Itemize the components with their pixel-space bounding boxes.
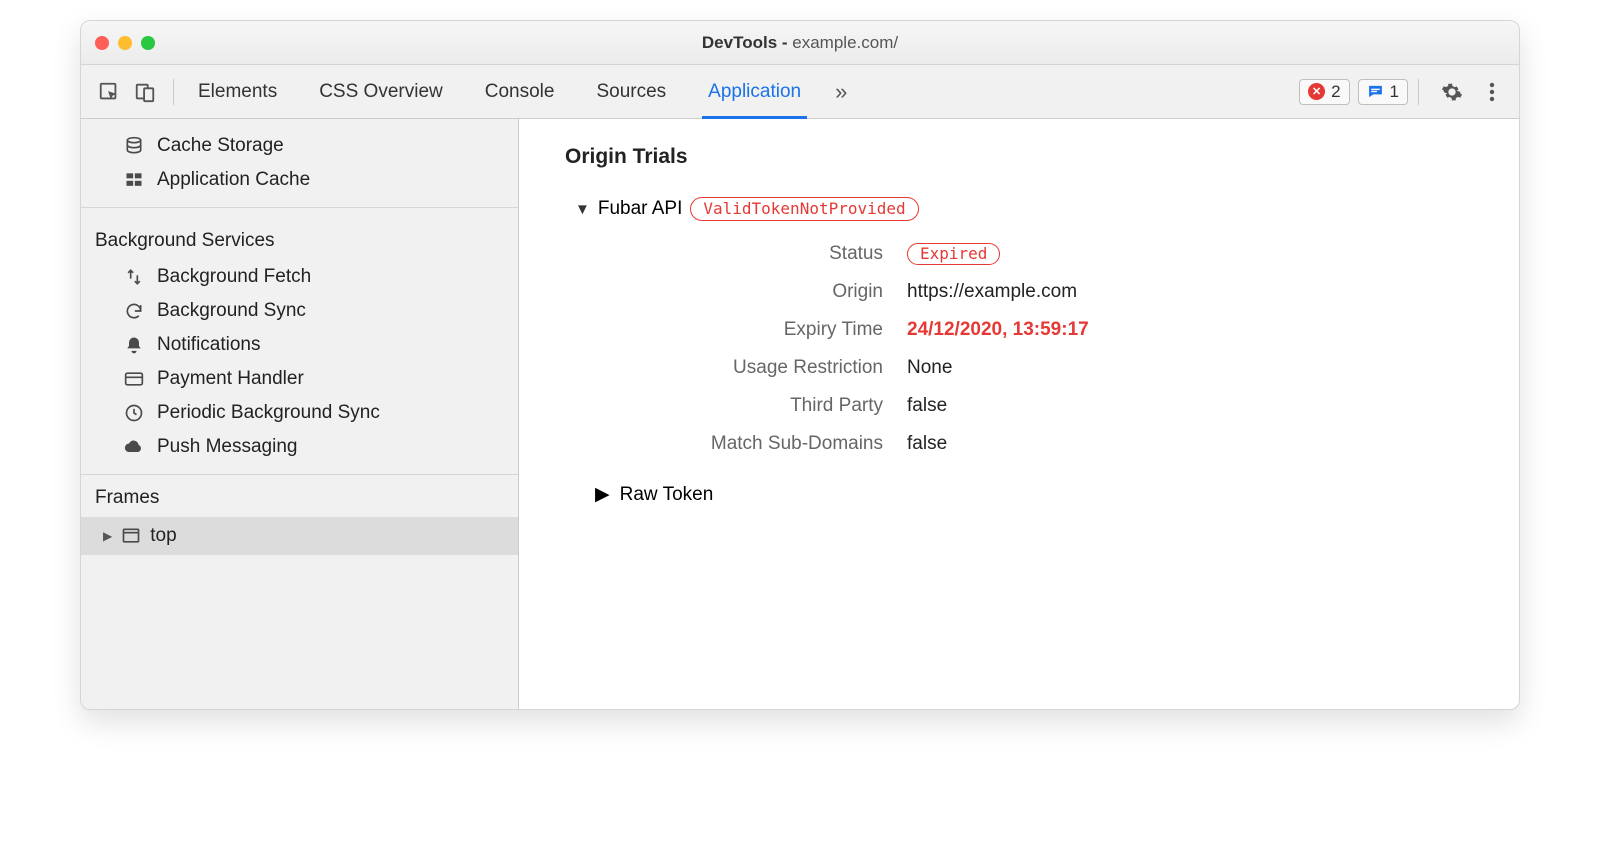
sidebar-section-background: Background Services Background Fetch Bac… — [81, 208, 518, 475]
settings-icon[interactable] — [1435, 81, 1469, 103]
title-prefix: DevTools - — [702, 33, 792, 52]
sidebar-item-background-sync[interactable]: Background Sync — [81, 294, 518, 328]
raw-token-row[interactable]: ▶ Raw Token — [595, 483, 1489, 506]
tab-sources[interactable]: Sources — [592, 65, 670, 118]
cloud-icon — [123, 436, 145, 458]
more-menu-icon[interactable] — [1475, 82, 1509, 102]
kv-val-usage: None — [907, 357, 1489, 379]
tab-console[interactable]: Console — [481, 65, 559, 118]
tabbar: Elements CSS Overview Console Sources Ap… — [81, 65, 1519, 119]
expand-triangle-icon: ▶ — [595, 483, 610, 506]
message-count: 1 — [1390, 82, 1399, 102]
section-heading: Origin Trials — [565, 145, 1489, 169]
trial-name: Fubar API — [598, 198, 683, 220]
sidebar-item-periodic-sync[interactable]: Periodic Background Sync — [81, 396, 518, 430]
error-count: 2 — [1331, 82, 1340, 102]
error-counter[interactable]: ✕ 2 — [1299, 79, 1349, 105]
sidebar-item-push-messaging[interactable]: Push Messaging — [81, 430, 518, 464]
sidebar-item-cache-storage[interactable]: Cache Storage — [81, 129, 518, 163]
kv-key-third-party: Third Party — [617, 395, 907, 417]
inspect-element-icon[interactable] — [91, 74, 127, 110]
sidebar-item-label: Background Fetch — [157, 266, 311, 288]
fetch-arrows-icon — [123, 266, 145, 288]
trial-status-badge: ValidTokenNotProvided — [690, 197, 918, 221]
expand-triangle-icon: ▼ — [575, 201, 590, 218]
titlebar: DevTools - example.com/ — [81, 21, 1519, 65]
kv-val-expiry: 24/12/2020, 13:59:17 — [907, 319, 1489, 341]
trial-details-table: Status Expired Origin https://example.co… — [617, 243, 1489, 455]
sidebar-item-label: Notifications — [157, 334, 261, 356]
database-icon — [123, 135, 145, 157]
kv-key-expiry: Expiry Time — [617, 319, 907, 341]
tab-application[interactable]: Application — [704, 65, 805, 118]
maximize-window-button[interactable] — [141, 36, 155, 50]
frame-label: top — [150, 525, 176, 547]
message-icon — [1367, 83, 1384, 100]
kv-val-status: Expired — [907, 243, 1489, 265]
message-counter[interactable]: 1 — [1358, 79, 1408, 105]
device-toolbar-icon[interactable] — [127, 74, 163, 110]
frame-icon — [120, 525, 142, 547]
sidebar-item-label: Payment Handler — [157, 368, 304, 390]
raw-token-label: Raw Token — [620, 484, 714, 506]
sidebar-section-cache: Cache Storage Application Cache — [81, 119, 518, 208]
kv-key-origin: Origin — [617, 281, 907, 303]
expand-triangle-icon: ▶ — [103, 529, 112, 543]
kv-val-third-party: false — [907, 395, 1489, 417]
kv-key-match-subdomains: Match Sub-Domains — [617, 433, 907, 455]
title-url: example.com/ — [792, 33, 898, 52]
clock-icon — [123, 402, 145, 424]
window-title: DevTools - example.com/ — [81, 33, 1519, 53]
error-icon: ✕ — [1308, 83, 1325, 100]
application-sidebar: Cache Storage Application Cache Backgrou… — [81, 119, 519, 709]
sidebar-section-frames: Frames ▶ top — [81, 475, 518, 555]
credit-card-icon — [123, 368, 145, 390]
sidebar-item-application-cache[interactable]: Application Cache — [81, 163, 518, 197]
sync-icon — [123, 300, 145, 322]
kv-key-status: Status — [617, 243, 907, 265]
sidebar-item-payment-handler[interactable]: Payment Handler — [81, 362, 518, 396]
minimize-window-button[interactable] — [118, 36, 132, 50]
more-tabs-icon[interactable]: » — [831, 75, 851, 109]
sidebar-item-label: Push Messaging — [157, 436, 297, 458]
kv-val-match-subdomains: false — [907, 433, 1489, 455]
status-pill: Expired — [907, 243, 1000, 265]
sidebar-item-label: Background Sync — [157, 300, 306, 322]
tab-css-overview[interactable]: CSS Overview — [315, 65, 447, 118]
traffic-lights — [95, 36, 155, 50]
grid-icon — [123, 169, 145, 191]
panel-body: Cache Storage Application Cache Backgrou… — [81, 119, 1519, 709]
divider — [1418, 79, 1419, 105]
sidebar-heading-frames: Frames — [81, 475, 518, 517]
sidebar-item-background-fetch[interactable]: Background Fetch — [81, 260, 518, 294]
divider — [173, 79, 174, 105]
bell-icon — [123, 334, 145, 356]
kv-key-usage: Usage Restriction — [617, 357, 907, 379]
close-window-button[interactable] — [95, 36, 109, 50]
trial-header-row[interactable]: ▼ Fubar API ValidTokenNotProvided — [575, 197, 1489, 221]
tab-elements[interactable]: Elements — [194, 65, 281, 118]
sidebar-item-top-frame[interactable]: ▶ top — [81, 517, 518, 555]
kv-val-origin: https://example.com — [907, 281, 1489, 303]
devtools-window: DevTools - example.com/ Elements CSS Ove… — [80, 20, 1520, 710]
sidebar-heading-background: Background Services — [81, 218, 518, 260]
sidebar-item-label: Application Cache — [157, 169, 310, 191]
sidebar-item-notifications[interactable]: Notifications — [81, 328, 518, 362]
panel-tabs: Elements CSS Overview Console Sources Ap… — [194, 65, 805, 118]
application-main: Origin Trials ▼ Fubar API ValidTokenNotP… — [519, 119, 1519, 709]
sidebar-item-label: Periodic Background Sync — [157, 402, 380, 424]
sidebar-item-label: Cache Storage — [157, 135, 284, 157]
